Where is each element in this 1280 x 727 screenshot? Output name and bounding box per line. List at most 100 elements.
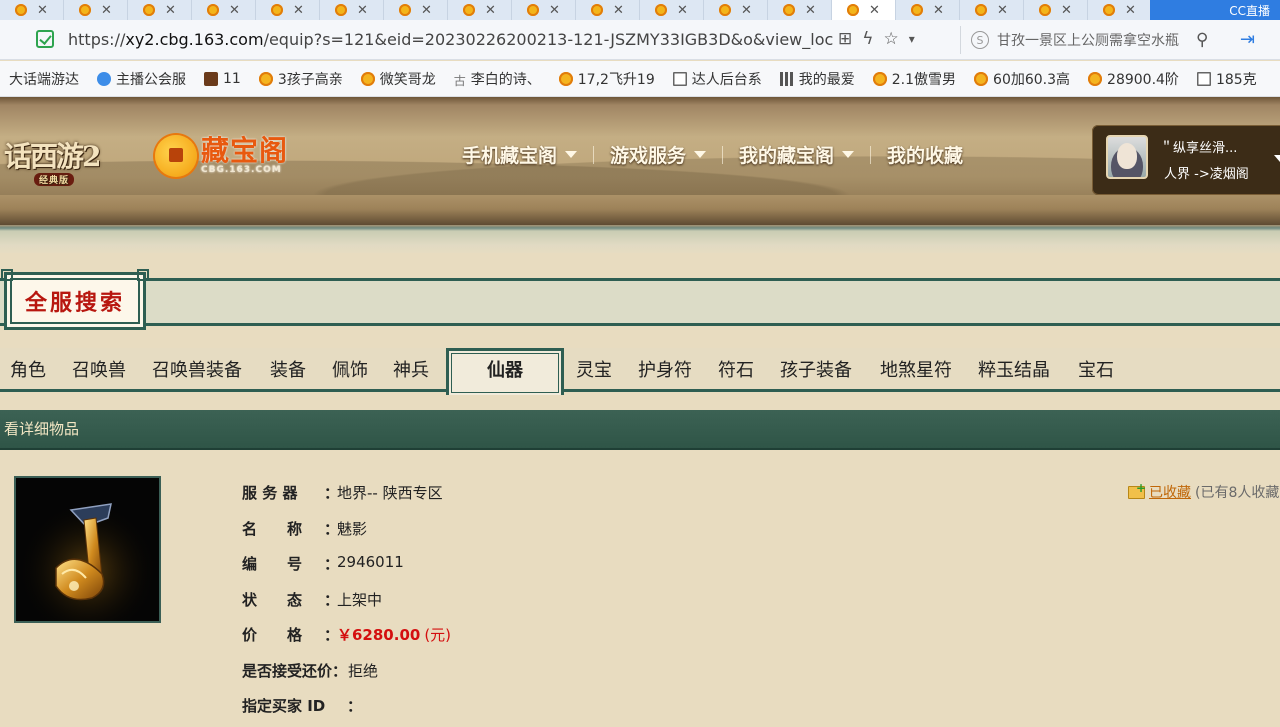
search-icon[interactable]: ⚲ <box>1196 30 1208 50</box>
url-host: xy2.cbg.163.com <box>125 30 264 49</box>
bookmark-item[interactable]: 达人后台系 <box>664 69 771 89</box>
field-label: 编 号 <box>242 555 303 573</box>
user-location[interactable]: 人界 ->凌烟阁 <box>1164 163 1249 182</box>
browser-tab[interactable]: ✕ <box>1088 0 1152 20</box>
browser-tab[interactable]: ✕ <box>320 0 384 20</box>
tab-close-icon[interactable]: ✕ <box>485 3 496 18</box>
tab-close-icon[interactable]: ✕ <box>677 3 688 18</box>
bookmark-item[interactable]: 微笑哥龙 <box>352 69 445 89</box>
category-tab[interactable]: 装备 <box>270 356 306 382</box>
bookmark-item[interactable]: 3孩子高亲 <box>250 69 352 89</box>
category-tab[interactable]: 召唤兽装备 <box>152 356 242 382</box>
bookmark-item[interactable]: 11 <box>195 71 250 87</box>
cbg-logo[interactable]: 藏宝阁 CBG.163.COM <box>155 135 288 177</box>
header-divider <box>0 225 1280 253</box>
user-menu-caret-icon[interactable] <box>1274 155 1280 162</box>
browser-tab[interactable]: ✕ <box>512 0 576 20</box>
tab-close-icon[interactable]: ✕ <box>805 3 816 18</box>
tab-close-icon[interactable]: ✕ <box>293 3 304 18</box>
category-tab[interactable]: 仙器 <box>446 348 564 395</box>
browser-tab[interactable]: ✕ <box>896 0 960 20</box>
qr-grid-icon[interactable]: ⊞ <box>838 29 852 49</box>
tab-close-icon[interactable]: ✕ <box>869 3 880 18</box>
bookmark-item[interactable]: 主播公会服 <box>88 69 195 89</box>
favorite-link[interactable]: 已收藏 <box>1149 482 1191 502</box>
login-icon[interactable]: ⇥ <box>1240 29 1255 50</box>
category-tab[interactable]: 召唤兽 <box>72 356 126 382</box>
secure-shield-icon[interactable] <box>36 30 54 48</box>
bookmark-item[interactable]: 185克 <box>1188 69 1266 89</box>
bookmark-item[interactable]: 古李白的诗、 <box>445 69 550 89</box>
tab-close-icon[interactable]: ✕ <box>549 3 560 18</box>
browser-tab[interactable]: ✕ <box>960 0 1024 20</box>
tab-close-icon[interactable]: ✕ <box>101 3 112 18</box>
favorite-folder-icon[interactable] <box>1128 481 1146 499</box>
tab-close-icon[interactable]: ✕ <box>997 3 1008 18</box>
browser-tab[interactable]: ✕ <box>576 0 640 20</box>
tab-favicon-icon <box>655 4 668 16</box>
bookmark-label: 185克 <box>1215 71 1257 88</box>
nav-item[interactable]: 游戏服务 <box>594 141 722 168</box>
user-name[interactable]: ＂纵享丝滑... <box>1160 137 1237 156</box>
field-value-text: 上架中 <box>337 590 383 609</box>
bookmark-item[interactable]: 2.1傲雪男 <box>864 69 965 89</box>
browser-tab[interactable]: ✕ <box>640 0 704 20</box>
browser-tab[interactable]: ✕ <box>704 0 768 20</box>
tab-favicon-icon <box>335 4 348 16</box>
tab-close-icon[interactable]: ✕ <box>933 3 944 18</box>
url-field[interactable]: https://xy2.cbg.163.com/equip?s=121&eid=… <box>68 30 833 49</box>
search-title: 全服搜索 <box>1 269 149 330</box>
tab-close-icon[interactable]: ✕ <box>1061 3 1072 18</box>
lightning-icon[interactable]: ϟ <box>862 29 873 49</box>
tab-close-icon[interactable]: ✕ <box>613 3 624 18</box>
tab-close-icon[interactable]: ✕ <box>357 3 368 18</box>
browser-tab[interactable]: ✕ <box>1024 0 1088 20</box>
browser-tab[interactable]: ✕ <box>384 0 448 20</box>
game-logo[interactable]: 话西游2 经典版 <box>4 135 101 186</box>
tab-close-icon[interactable]: ✕ <box>229 3 240 18</box>
bookmark-item[interactable]: 28900.4阶 <box>1079 69 1188 89</box>
category-tab[interactable]: 宝石 <box>1078 356 1114 382</box>
category-tab[interactable]: 角色 <box>10 356 46 382</box>
browser-tab[interactable]: ✕ <box>768 0 832 20</box>
nav-item[interactable]: 我的收藏 <box>871 141 979 168</box>
category-tab[interactable]: 灵宝 <box>576 356 612 382</box>
tab-close-icon[interactable]: ✕ <box>37 3 48 18</box>
address-actions: ⊞ ϟ ☆ ▾ <box>838 29 915 49</box>
category-tab[interactable]: 地煞星符 <box>880 356 952 382</box>
live-badge[interactable]: CC直播 <box>1150 0 1280 20</box>
browser-tab[interactable]: ✕ <box>128 0 192 20</box>
bookmark-item[interactable]: 大话端游达 <box>0 69 88 89</box>
search-box[interactable]: S 甘孜一景区上公厕需拿空水瓶 <box>960 26 1222 54</box>
tab-close-icon[interactable]: ✕ <box>1125 3 1136 18</box>
tab-close-icon[interactable]: ✕ <box>165 3 176 18</box>
bookmark-item[interactable]: 17,2飞升19 <box>550 69 664 89</box>
category-tab[interactable]: 粹玉结晶 <box>978 356 1050 382</box>
nav-item[interactable]: 手机藏宝阁 <box>446 141 593 168</box>
browser-tab[interactable]: ✕ <box>832 0 896 20</box>
avatar[interactable] <box>1106 135 1148 179</box>
browser-tab[interactable]: ✕ <box>0 0 64 20</box>
browser-tab[interactable]: ✕ <box>64 0 128 20</box>
chevron-down-icon[interactable]: ▾ <box>909 29 915 49</box>
browser-tab[interactable]: ✕ <box>448 0 512 20</box>
star-icon[interactable]: ☆ <box>883 29 898 49</box>
field-colon: ： <box>332 661 348 680</box>
favorite-area: 已收藏 (已有8人收藏 <box>1128 481 1279 502</box>
bookmark-item[interactable]: 我的最爱 <box>771 69 864 89</box>
field-value: 拒绝 <box>348 660 378 681</box>
tab-favicon-icon <box>1103 4 1116 16</box>
category-tab[interactable]: 佩饰 <box>332 356 368 382</box>
nav-item[interactable]: 我的藏宝阁 <box>723 141 870 168</box>
category-tab[interactable]: 神兵 <box>393 356 429 382</box>
category-tab[interactable]: 符石 <box>718 356 754 382</box>
category-tab[interactable]: 护身符 <box>638 356 692 382</box>
user-box[interactable]: ＂纵享丝滑... 人界 ->凌烟阁 <box>1092 125 1280 195</box>
browser-tab[interactable]: ✕ <box>256 0 320 20</box>
browser-tab[interactable]: ✕ <box>192 0 256 20</box>
bookmark-item[interactable]: 60加60.3高 <box>965 69 1079 89</box>
field-label: 名 称 <box>242 519 303 538</box>
tab-close-icon[interactable]: ✕ <box>741 3 752 18</box>
tab-close-icon[interactable]: ✕ <box>421 3 432 18</box>
category-tab[interactable]: 孩子装备 <box>780 356 852 382</box>
